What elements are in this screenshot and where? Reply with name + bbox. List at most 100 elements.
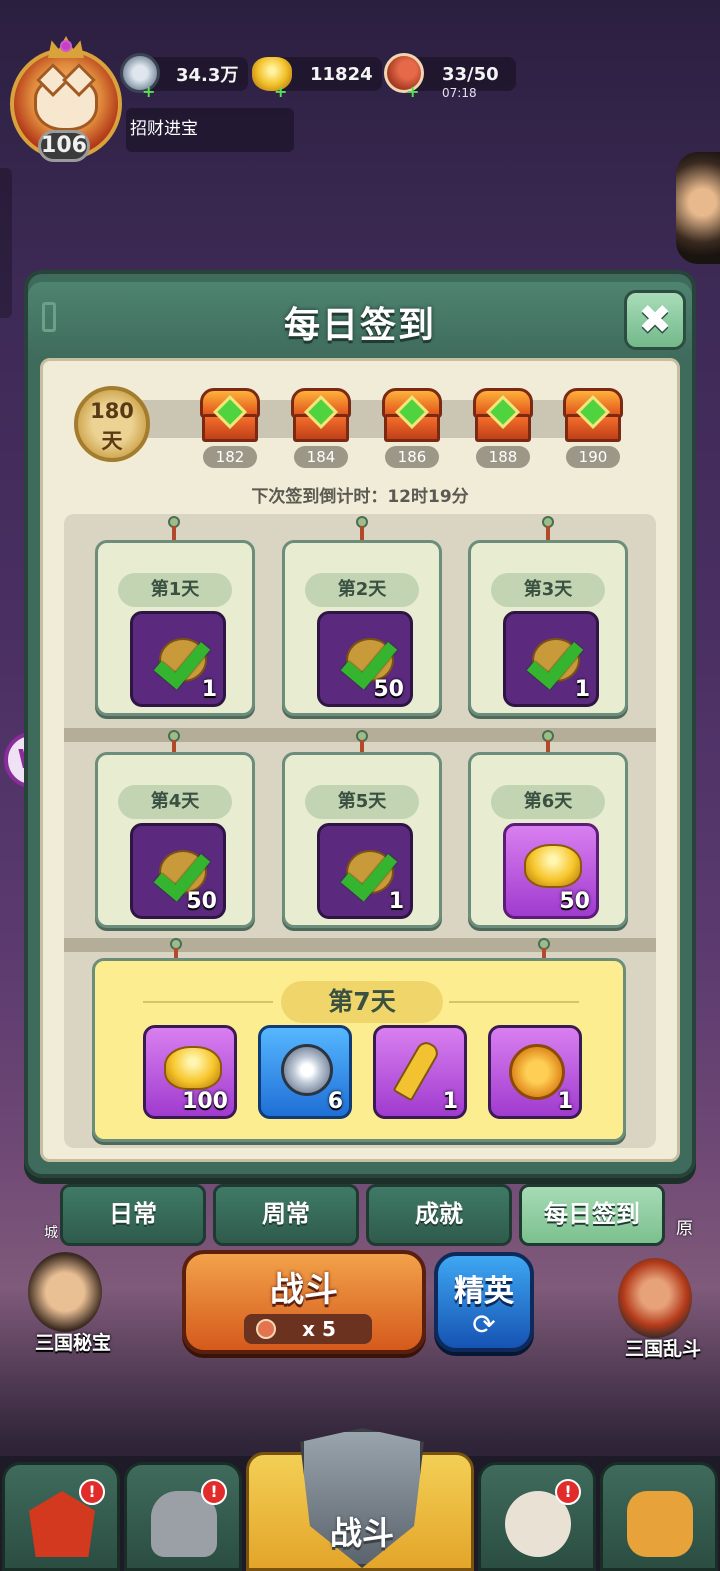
milestone-label: 190 (566, 446, 620, 468)
player-level: 106 (38, 130, 90, 162)
day-card[interactable]: 第2天 50 (282, 540, 442, 716)
day7-label: 第7天 (281, 981, 443, 1023)
reward-item: 50 (503, 823, 599, 919)
medal-icon (509, 1044, 565, 1100)
day-label: 第3天 (491, 573, 605, 607)
alert-badge: ! (79, 1479, 105, 1505)
day-card[interactable]: 第4天 50 (95, 752, 255, 928)
silver-coin-icon (281, 1044, 333, 1096)
reward-item: 6 (258, 1025, 352, 1119)
nav-fight-label: 战斗 (329, 1514, 394, 1552)
reward-count: 1 (557, 1089, 573, 1114)
tab-weekly[interactable]: 周常 (213, 1184, 359, 1246)
milestone-label: 182 (203, 446, 257, 468)
npc-portrait (618, 1258, 692, 1338)
reward-count: 50 (373, 677, 404, 702)
add-stamina-icon[interactable]: + (406, 84, 419, 100)
reward-count: 100 (182, 1089, 228, 1114)
npc-label: 三国秘宝 (34, 1332, 111, 1354)
gold-resource[interactable]: + 11824 (252, 57, 382, 100)
gem-icon (60, 40, 72, 52)
shelf-divider (64, 938, 656, 952)
ornament-line (449, 1001, 579, 1003)
upgrade-icon (627, 1491, 693, 1557)
day-label: 第2天 (305, 573, 419, 607)
signin-countdown: 下次签到倒计时：12时19分 (251, 487, 469, 507)
reward-item: 1 (373, 1025, 467, 1119)
gold-amount: 11824 (310, 63, 373, 85)
reward-item: 1 (317, 823, 413, 919)
milestone-chest[interactable] (382, 388, 442, 444)
advisor-portrait[interactable] (676, 152, 720, 264)
milestone-chest[interactable] (291, 388, 351, 444)
plain-label: 原 (676, 1219, 693, 1239)
reward-item: 1 (130, 611, 226, 707)
reward-count: 1 (388, 889, 404, 914)
fight-label: 战斗 (270, 1270, 338, 1310)
alert-badge: ! (201, 1479, 227, 1505)
left-edge-handle[interactable] (0, 168, 12, 318)
check-icon (522, 634, 582, 684)
milestone-chest[interactable] (473, 388, 533, 444)
day-label: 第1天 (118, 573, 232, 607)
lucky-cat-portrait (34, 77, 98, 131)
nav-upgrade[interactable] (600, 1462, 718, 1571)
refresh-icon: ⟳ (472, 1308, 496, 1341)
elite-button[interactable]: 精英 ⟳ (434, 1252, 534, 1352)
day-label: 第4天 (118, 785, 232, 819)
reward-count: 50 (186, 889, 217, 914)
tab-daily-signin[interactable]: 每日签到 (519, 1184, 665, 1246)
fight-button[interactable]: 战斗 x 5 (182, 1250, 426, 1354)
three-kingdoms-brawl[interactable]: 三国乱斗 (608, 1258, 708, 1360)
elite-label: 精英 (454, 1274, 514, 1309)
silver-amount: 34.3万 (176, 65, 239, 86)
milestone-chest[interactable] (563, 388, 623, 444)
stamina-timer: 07:18 (442, 86, 477, 100)
ornament-line (143, 1001, 273, 1003)
reward-count: 1 (201, 677, 217, 702)
day7-card[interactable]: 第7天 100 6 1 1 (92, 958, 626, 1142)
city-wall-label: 城 (44, 1225, 58, 1241)
tab-daily[interactable]: 日常 (60, 1184, 206, 1246)
add-gold-icon[interactable]: + (274, 84, 287, 100)
day-card[interactable]: 第3天 1 (468, 540, 628, 716)
milestone-label: 184 (294, 446, 348, 468)
reward-item: 1 (503, 611, 599, 707)
npc-label: 三国乱斗 (624, 1338, 701, 1360)
three-kingdoms-treasure[interactable]: 三国秘宝 (18, 1252, 118, 1354)
current-days-badge: 180 天 (74, 386, 150, 462)
tab-achievements[interactable]: 成就 (366, 1184, 512, 1246)
milestone-label: 186 (385, 446, 439, 468)
reward-item: 1 (488, 1025, 582, 1119)
fight-cost-value: x 5 (302, 1317, 336, 1341)
reward-count: 1 (442, 1089, 458, 1114)
npc-portrait (28, 1252, 102, 1332)
add-silver-icon[interactable]: + (142, 84, 155, 100)
player-title: 招财进宝 (126, 108, 294, 152)
day-card[interactable]: 第5天 1 (282, 752, 442, 928)
nav-gate[interactable]: ! (2, 1462, 120, 1571)
day-card[interactable]: 第1天 1 (95, 540, 255, 716)
gold-ingot-icon (524, 844, 582, 888)
reward-count: 1 (574, 677, 590, 702)
nav-heroes[interactable]: ! (478, 1462, 596, 1571)
stamina-amount: 33/50 (442, 63, 499, 85)
reward-item: 50 (130, 823, 226, 919)
milestone-label: 188 (476, 446, 530, 468)
close-button[interactable]: ✖ (624, 290, 686, 350)
silver-resource[interactable]: + 34.3万 (120, 53, 248, 100)
key-icon (392, 1038, 442, 1102)
alert-badge: ! (555, 1479, 581, 1505)
day-label: 第6天 (491, 785, 605, 819)
nav-equipment[interactable]: ! (124, 1462, 242, 1571)
reward-count: 6 (327, 1089, 343, 1114)
signin-progress-track (124, 400, 614, 438)
reward-item: 100 (143, 1025, 237, 1119)
reward-count: 50 (559, 889, 590, 914)
reward-item: 50 (317, 611, 413, 707)
dialog-title: 每日签到 (283, 305, 436, 346)
milestone-chest[interactable] (200, 388, 260, 444)
current-days-unit: 天 (101, 429, 123, 453)
day-card[interactable]: 第6天 50 (468, 752, 628, 928)
current-days-number: 180 (90, 399, 134, 423)
